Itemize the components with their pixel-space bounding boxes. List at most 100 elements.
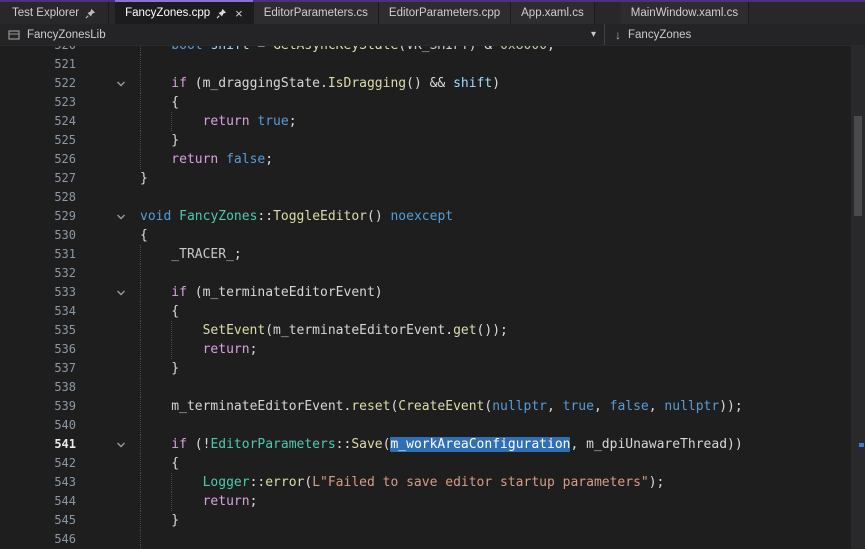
scrollbar-thumb[interactable] <box>854 116 862 216</box>
code-text: m_terminateEditorEvent.reset(CreateEvent… <box>136 397 851 416</box>
code-line[interactable]: 522if (m_draggingState.IsDragging() && s… <box>0 74 851 93</box>
indent-guide <box>140 302 171 321</box>
code-line[interactable]: 525} <box>0 131 851 150</box>
line-number: 544 <box>0 492 80 511</box>
pin-icon[interactable] <box>85 8 96 19</box>
code-token: ) & <box>469 46 500 53</box>
fold-margin <box>80 55 136 74</box>
indent-guide <box>140 112 171 131</box>
line-number: 526 <box>0 150 80 169</box>
code-line[interactable]: 541if (!EditorParameters::Save(m_workAre… <box>0 435 851 454</box>
code-line[interactable]: 543Logger::error(L"Failed to save editor… <box>0 473 851 492</box>
document-tab[interactable]: MainWindow.xaml.cs <box>621 2 749 24</box>
member-dropdown[interactable]: ↓ FancyZones <box>604 24 865 45</box>
fold-margin[interactable] <box>80 207 136 226</box>
document-tab[interactable]: EditorParameters.cpp <box>379 2 511 24</box>
line-number: 536 <box>0 340 80 359</box>
code-line[interactable]: 524return true; <box>0 112 851 131</box>
code-line[interactable]: 537} <box>0 359 851 378</box>
project-dropdown[interactable]: FancyZonesLib ▾ <box>0 24 604 45</box>
fold-margin[interactable] <box>80 283 136 302</box>
close-icon[interactable]: × <box>235 7 243 20</box>
code-line[interactable]: 536return; <box>0 340 851 359</box>
fold-margin <box>80 416 136 435</box>
fold-margin <box>80 473 136 492</box>
chevron-down-icon[interactable] <box>116 79 126 89</box>
line-number: 531 <box>0 245 80 264</box>
line-number: 527 <box>0 169 80 188</box>
code-text: { <box>136 93 851 112</box>
chevron-down-icon[interactable] <box>116 288 126 298</box>
vertical-scrollbar[interactable] <box>851 46 865 549</box>
indent-guide <box>140 283 171 302</box>
code-text <box>136 55 851 74</box>
document-tab[interactable]: EditorParameters.cs <box>254 2 379 24</box>
code-line[interactable]: 529void FancyZones::ToggleEditor() noexc… <box>0 207 851 226</box>
code-token: VK_SHIFT <box>406 46 469 53</box>
code-token: m_terminateEditorEvent <box>171 399 343 414</box>
tab-test-explorer[interactable]: Test Explorer <box>0 2 109 24</box>
code-token: ()); <box>477 323 508 338</box>
code-line[interactable]: 528 <box>0 188 851 207</box>
code-line[interactable]: 544return; <box>0 492 851 511</box>
code-token: { <box>171 456 179 471</box>
code-line[interactable]: 546 <box>0 530 851 549</box>
chevron-down-icon[interactable] <box>116 440 126 450</box>
indent-guide <box>140 492 171 511</box>
code-lines: 520bool shift = GetAsyncKeyState(VK_SHIF… <box>0 46 851 549</box>
indent-guide <box>140 511 171 530</box>
code-line[interactable]: 538 <box>0 378 851 397</box>
code-token: nullptr <box>664 399 719 414</box>
code-token: } <box>171 513 179 528</box>
code-line[interactable]: 540 <box>0 416 851 435</box>
code-line[interactable]: 526return false; <box>0 150 851 169</box>
line-number: 539 <box>0 397 80 416</box>
code-token: )) <box>727 437 743 452</box>
indent-guide <box>171 321 202 340</box>
fold-margin[interactable] <box>80 74 136 93</box>
indent-guide <box>171 473 202 492</box>
indent-guide <box>140 530 171 549</box>
code-line[interactable]: 545} <box>0 511 851 530</box>
code-line[interactable]: 539 m_terminateEditorEvent.reset(CreateEv… <box>0 397 851 416</box>
code-token: reset <box>351 399 390 414</box>
indent-guide <box>140 378 171 397</box>
code-line[interactable]: 532 <box>0 264 851 283</box>
code-line[interactable]: 542{ <box>0 454 851 473</box>
code-line[interactable]: 527} <box>0 169 851 188</box>
indent-guide <box>140 55 171 74</box>
fold-margin[interactable] <box>80 435 136 454</box>
code-line[interactable]: 521 <box>0 55 851 74</box>
code-line[interactable]: 534{ <box>0 302 851 321</box>
code-token: ( <box>187 285 203 300</box>
chevron-down-icon[interactable] <box>116 212 126 222</box>
fold-margin <box>80 245 136 264</box>
code-line[interactable]: 533if (m_terminateEditorEvent) <box>0 283 851 302</box>
fold-margin <box>80 359 136 378</box>
code-text <box>136 264 851 283</box>
code-token: m_dpiUnawareThread <box>586 437 727 452</box>
document-tab[interactable]: App.xaml.cs <box>511 2 595 24</box>
chevron-down-icon[interactable]: ▾ <box>591 29 596 40</box>
code-token: ) <box>375 285 383 300</box>
code-token: ; <box>234 247 242 262</box>
code-line[interactable]: 520bool shift = GetAsyncKeyState(VK_SHIF… <box>0 46 851 55</box>
code-text: if (m_draggingState.IsDragging() && shif… <box>136 74 851 93</box>
code-text <box>136 530 851 549</box>
document-tab[interactable]: FancyZones.cpp× <box>115 2 254 24</box>
project-name: FancyZonesLib <box>27 29 106 41</box>
code-token: ( <box>398 46 406 53</box>
code-line[interactable]: 531 _TRACER_; <box>0 245 851 264</box>
fold-margin <box>80 530 136 549</box>
pin-icon[interactable] <box>216 8 227 19</box>
scrollbar-selection-mark <box>859 443 864 447</box>
code-editor[interactable]: 520bool shift = GetAsyncKeyState(VK_SHIF… <box>0 46 851 549</box>
code-line[interactable]: 530{ <box>0 226 851 245</box>
line-number: 543 <box>0 473 80 492</box>
line-number: 523 <box>0 93 80 112</box>
code-line[interactable]: 535SetEvent(m_terminateEditorEvent.get()… <box>0 321 851 340</box>
line-number: 520 <box>0 46 80 55</box>
fold-margin <box>80 226 136 245</box>
code-line[interactable]: 523 { <box>0 93 851 112</box>
code-token: _TRACER_ <box>171 247 234 262</box>
